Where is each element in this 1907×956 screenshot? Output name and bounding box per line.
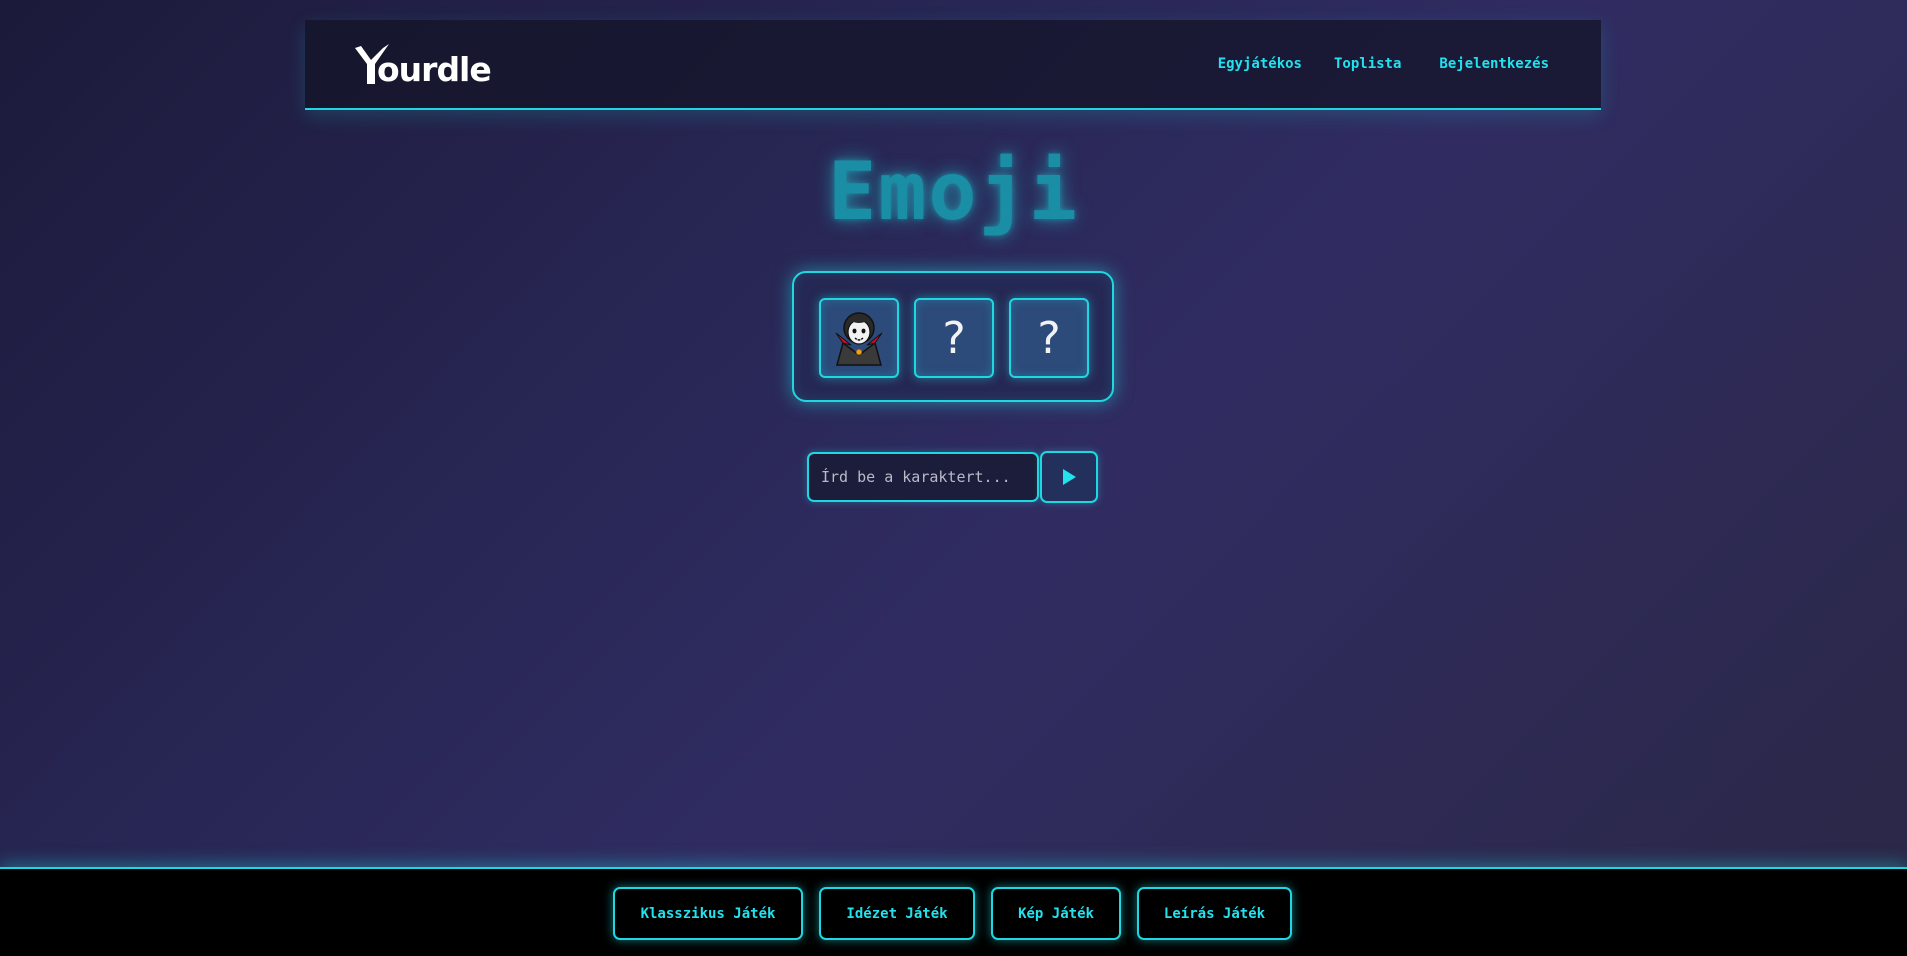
game-mode-footer: Klasszikus Játék Idézet Játék Kép Játék …: [0, 867, 1907, 956]
nav-singleplayer-link[interactable]: Egyjátékos: [1218, 56, 1302, 72]
emoji-hint-panel: ? ?: [792, 271, 1114, 402]
nav-leaderboard-link[interactable]: Toplista: [1334, 56, 1401, 72]
description-game-button[interactable]: Leírás Játék: [1137, 887, 1292, 940]
submit-guess-button[interactable]: [1040, 451, 1098, 503]
main-nav: Egyjátékos Toplista Bejelentkezés: [1218, 20, 1549, 108]
vampire-emoji-icon: [835, 312, 883, 366]
top-navbar: ourdle Egyjátékos Toplista Bejelentkezés: [305, 20, 1601, 110]
yourdle-logo[interactable]: ourdle: [353, 42, 492, 89]
play-icon: [1063, 469, 1076, 485]
emoji-slot-3-hidden: ?: [1009, 298, 1089, 378]
page-title: Emoji: [828, 145, 1079, 238]
quote-game-button[interactable]: Idézet Játék: [819, 887, 975, 940]
emoji-slot-2-hidden: ?: [914, 298, 994, 378]
character-guess-input[interactable]: [807, 452, 1039, 502]
classic-game-button[interactable]: Klasszikus Játék: [613, 887, 803, 940]
nav-login-link[interactable]: Bejelentkezés: [1439, 56, 1549, 72]
emoji-slot-1: [819, 298, 899, 378]
logo-text: ourdle: [377, 50, 492, 89]
image-game-button[interactable]: Kép Játék: [991, 887, 1121, 940]
